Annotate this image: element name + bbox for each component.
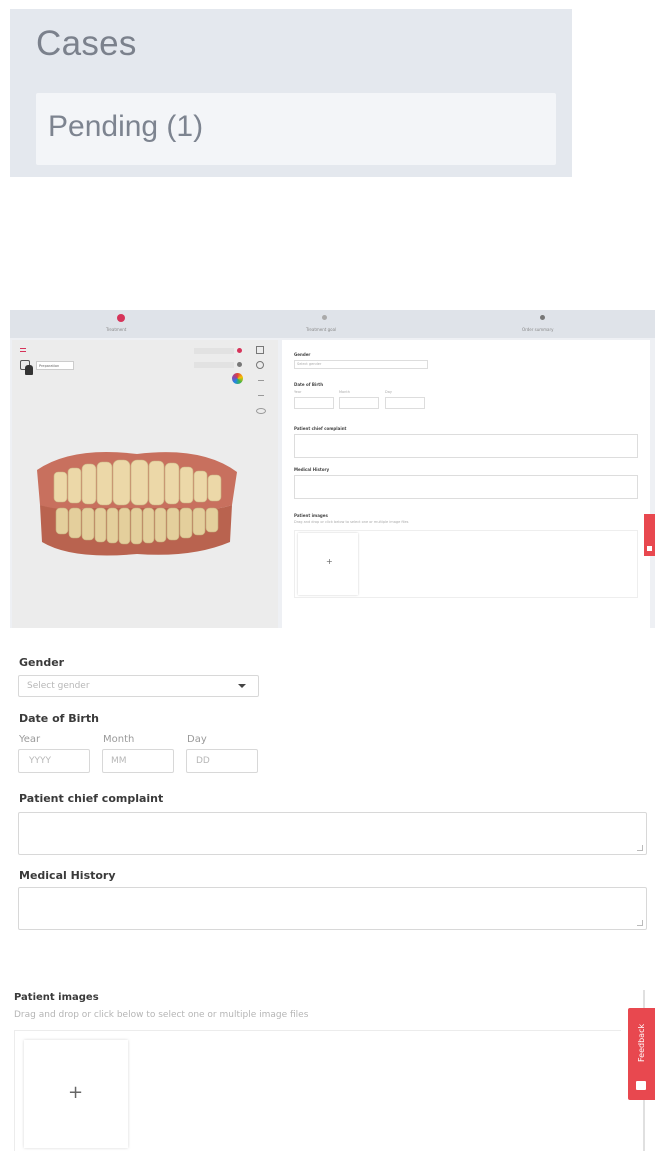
resize-handle[interactable] bbox=[637, 845, 643, 851]
month-label: Month bbox=[103, 734, 135, 745]
app-screenshot: Treatment Treatment goal Order summary P… bbox=[10, 310, 655, 628]
3d-viewer[interactable]: Preparation bbox=[12, 340, 278, 628]
mini-complaint-label: Patient chief complaint bbox=[294, 426, 347, 431]
stepper: Treatment Treatment goal Order summary bbox=[10, 310, 655, 338]
plus-icon: + bbox=[68, 1082, 84, 1103]
history-label: Medical History bbox=[19, 869, 116, 882]
dob-label: Date of Birth bbox=[19, 712, 99, 725]
mini-images-hint: Drag and drop or click below to select o… bbox=[294, 520, 409, 524]
mini-images-label: Patient images bbox=[294, 513, 328, 518]
mini-plus-icon: + bbox=[326, 557, 333, 566]
cases-title: Cases bbox=[36, 24, 137, 63]
patient-images-label: Patient images bbox=[14, 992, 99, 1003]
mini-day-input[interactable] bbox=[385, 397, 425, 409]
mini-gender-placeholder: Select gender bbox=[297, 362, 322, 366]
gender-placeholder: Select gender bbox=[27, 681, 90, 691]
rotate-icon[interactable] bbox=[256, 408, 266, 414]
mini-complaint-textarea[interactable] bbox=[294, 434, 638, 458]
mini-history-label: Medical History bbox=[294, 467, 330, 472]
mini-month-input[interactable] bbox=[339, 397, 379, 409]
jaw-toggle-icon[interactable] bbox=[237, 362, 242, 367]
step-1-label[interactable]: Treatment bbox=[106, 327, 126, 332]
step-2-dot[interactable] bbox=[322, 315, 327, 320]
day-label: Day bbox=[187, 734, 207, 745]
zoom-in-icon[interactable] bbox=[258, 380, 264, 381]
day-placeholder: DD bbox=[196, 756, 210, 766]
step-3-dot[interactable] bbox=[540, 315, 545, 320]
mini-feedback-icon bbox=[647, 546, 652, 551]
view-toggle-icon[interactable] bbox=[237, 348, 242, 353]
history-textarea[interactable] bbox=[18, 887, 647, 930]
mini-year-input[interactable] bbox=[294, 397, 334, 409]
mini-history-textarea[interactable] bbox=[294, 475, 638, 499]
step-2-label[interactable]: Treatment goal bbox=[306, 327, 336, 332]
zoom-out-icon[interactable] bbox=[258, 395, 264, 396]
tooltip: Preparation bbox=[36, 361, 74, 370]
cursor-icon bbox=[25, 365, 33, 375]
mini-dob-label: Date of Birth bbox=[294, 382, 324, 387]
month-placeholder: MM bbox=[111, 756, 127, 766]
view-select[interactable] bbox=[194, 348, 234, 354]
year-label: Year bbox=[19, 734, 41, 745]
pending-tab-label[interactable]: Pending (1) bbox=[48, 110, 203, 144]
mini-day-label: Day bbox=[385, 390, 392, 394]
step-3-label[interactable]: Order summary bbox=[522, 327, 554, 332]
resize-handle[interactable] bbox=[637, 920, 643, 926]
feedback-label[interactable]: Feedback bbox=[628, 1008, 655, 1078]
gender-label: Gender bbox=[19, 656, 65, 669]
jaw-select[interactable] bbox=[194, 362, 234, 368]
complaint-label: Patient chief complaint bbox=[19, 792, 164, 805]
chevron-down-icon[interactable] bbox=[238, 684, 246, 688]
feedback-icon bbox=[636, 1081, 646, 1090]
fullscreen-icon[interactable] bbox=[256, 346, 264, 354]
patient-images-hint: Drag and drop or click below to select o… bbox=[14, 1010, 309, 1020]
mini-form-panel: Gender Select gender Date of Birth Year … bbox=[282, 340, 650, 628]
mini-feedback-tab[interactable] bbox=[644, 514, 655, 556]
mini-month-label: Month bbox=[339, 390, 350, 394]
year-placeholder: YYYY bbox=[29, 756, 51, 766]
mini-gender-label: Gender bbox=[294, 352, 311, 357]
dental-model-image[interactable] bbox=[32, 450, 242, 560]
menu-icon[interactable] bbox=[20, 348, 26, 352]
complaint-textarea[interactable] bbox=[18, 812, 647, 855]
reset-icon[interactable] bbox=[256, 361, 264, 369]
step-1-dot[interactable] bbox=[117, 314, 125, 322]
mini-year-label: Year bbox=[294, 390, 302, 394]
color-wheel-icon[interactable] bbox=[232, 373, 243, 384]
